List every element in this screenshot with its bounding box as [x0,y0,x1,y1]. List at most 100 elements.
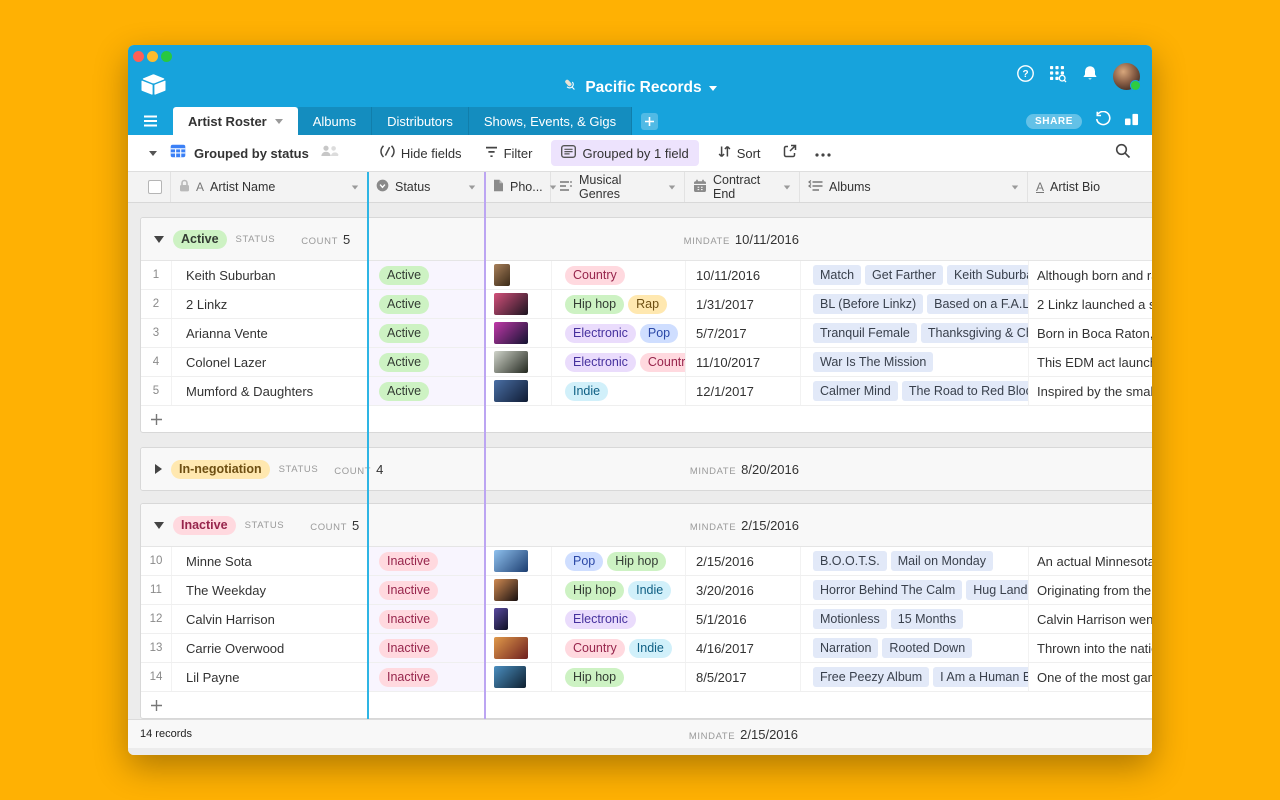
option-chip[interactable]: Horror Behind The Calm [813,580,962,600]
collaborators-icon[interactable] [320,144,339,162]
column-menu-icon[interactable] [469,185,475,189]
genres-cell[interactable]: Electronic [552,605,686,633]
artist-bio-cell[interactable]: Inspired by the small r [1029,377,1152,405]
contract-end-cell[interactable]: 10/11/2016 [686,261,801,289]
genres-cell[interactable]: PopHip hop [552,547,686,575]
contract-end-cell[interactable]: 5/7/2017 [686,319,801,347]
notifications-bell-icon[interactable] [1082,65,1098,87]
marketplace-grid-icon[interactable] [1049,65,1067,88]
artist-name-cell[interactable]: Lil Payne [172,663,369,691]
photo-cell[interactable] [486,663,552,691]
artist-bio-cell[interactable]: Thrown into the nation [1029,634,1152,662]
option-chip[interactable]: Get Farther [865,265,943,285]
column-header-status[interactable]: Status [368,172,485,202]
table-row[interactable]: 10 Minne Sota Inactive PopHip hop 2/15/2… [141,547,1152,576]
genres-cell[interactable]: Indie [552,377,686,405]
search-icon[interactable] [1115,143,1131,164]
zoom-window-button[interactable] [161,51,172,62]
column-menu-icon[interactable] [1012,185,1018,189]
option-chip[interactable]: I Am a Human Being [933,667,1029,687]
photo-cell[interactable] [486,290,552,318]
status-cell[interactable]: Inactive [369,547,486,575]
minimize-window-button[interactable] [147,51,158,62]
option-chip[interactable]: Motionless [813,609,887,629]
option-chip[interactable]: BL (Before Linkz) [813,294,923,314]
option-chip[interactable]: Country [640,353,686,372]
group-header[interactable]: In-negotiation STATUS COUNT4 MINDATE8/20… [141,448,1152,490]
table-row[interactable]: 11 The Weekday Inactive Hip hopIndie 3/2… [141,576,1152,605]
option-chip[interactable]: Mail on Monday [891,551,993,571]
add-record-row[interactable] [141,406,1152,432]
contract-end-cell[interactable]: 11/10/2017 [686,348,801,376]
option-chip[interactable]: Indie [628,581,671,600]
option-chip[interactable]: Match [813,265,861,285]
albums-cell[interactable]: BL (Before Linkz)Based on a F.A.L.S.E [801,290,1029,318]
photo-cell[interactable] [486,377,552,405]
genres-cell[interactable]: ElectronicCountry [552,348,686,376]
column-menu-icon[interactable] [352,185,358,189]
collapse-group-icon[interactable] [154,522,164,529]
column-header-musical-genres[interactable]: Musical Genres [551,172,685,202]
table-row[interactable]: 13 Carrie Overwood Inactive CountryIndie… [141,634,1152,663]
help-icon[interactable]: ? [1017,65,1034,87]
artist-bio-cell[interactable]: Calvin Harrison went f [1029,605,1152,633]
option-chip[interactable]: Electronic [565,324,636,343]
artist-name-cell[interactable]: Mumford & Daughters [172,377,369,405]
option-chip[interactable]: Calmer Mind [813,381,898,401]
albums-cell[interactable]: Motionless15 Months [801,605,1029,633]
option-chip[interactable]: Pop [565,552,603,571]
artist-name-cell[interactable]: 2 Linkz [172,290,369,318]
group-header[interactable]: Inactive STATUS COUNT5 MINDATE2/15/2016 [141,504,1152,547]
table-row[interactable]: 5 Mumford & Daughters Active Indie 12/1/… [141,377,1152,406]
genres-cell[interactable]: Country [552,261,686,289]
photo-cell[interactable] [486,348,552,376]
table-row[interactable]: 4 Colonel Lazer Active ElectronicCountry… [141,348,1152,377]
photo-cell[interactable] [486,605,552,633]
select-all-checkbox[interactable] [148,180,162,194]
photo-cell[interactable] [486,634,552,662]
group-button[interactable]: Grouped by 1 field [551,140,698,166]
option-chip[interactable]: Country [565,639,625,658]
status-cell[interactable]: Inactive [369,605,486,633]
option-chip[interactable]: Pop [640,324,678,343]
sort-button[interactable]: Sort [718,145,761,161]
option-chip[interactable]: Narration [813,638,878,658]
albums-cell[interactable]: MatchGet FartherKeith Suburban in [801,261,1029,289]
contract-end-cell[interactable]: 2/15/2016 [686,547,801,575]
photo-cell[interactable] [486,576,552,604]
option-chip[interactable]: Thanksgiving & Chill [921,323,1029,343]
column-header-artist-bio[interactable]: A Artist Bio [1028,172,1152,202]
albums-cell[interactable]: B.O.O.T.S.Mail on Monday [801,547,1029,575]
artist-name-cell[interactable]: Minne Sota [172,547,369,575]
artist-name-cell[interactable]: Calvin Harrison [172,605,369,633]
genres-cell[interactable]: ElectronicPop [552,319,686,347]
base-title-area[interactable]: Pacific Records [128,69,1152,107]
tab-shows-events-gigs[interactable]: Shows, Events, & Gigs [469,107,632,135]
contract-end-cell[interactable]: 8/5/2017 [686,663,801,691]
grid-view-icon[interactable] [170,144,186,163]
status-cell[interactable]: Inactive [369,663,486,691]
option-chip[interactable]: The Road to Red Blocks [902,381,1029,401]
table-row[interactable]: 1 Keith Suburban Active Country 10/11/20… [141,261,1152,290]
column-header-contract-end[interactable]: Contract End [685,172,800,202]
collapse-group-icon[interactable] [154,236,164,243]
option-chip[interactable]: Hip hop [565,668,624,687]
contract-end-cell[interactable]: 1/31/2017 [686,290,801,318]
contract-end-cell[interactable]: 4/16/2017 [686,634,801,662]
artist-name-cell[interactable]: Keith Suburban [172,261,369,289]
option-chip[interactable]: Electronic [565,610,636,629]
photo-cell[interactable] [486,547,552,575]
artist-bio-cell[interactable]: Originating from the B [1029,576,1152,604]
table-row[interactable]: 12 Calvin Harrison Inactive Electronic 5… [141,605,1152,634]
artist-bio-cell[interactable]: This EDM act launched [1029,348,1152,376]
contract-end-cell[interactable]: 12/1/2017 [686,377,801,405]
column-header-photo[interactable]: Pho... [485,172,551,202]
photo-cell[interactable] [486,261,552,289]
option-chip[interactable]: Hug Land [966,580,1029,600]
table-row[interactable]: 14 Lil Payne Inactive Hip hop 8/5/2017 F… [141,663,1152,692]
column-header-albums[interactable]: Albums [800,172,1028,202]
artist-name-cell[interactable]: The Weekday [172,576,369,604]
tab-caret-icon[interactable] [275,119,283,124]
option-chip[interactable]: Country [565,266,625,285]
table-row[interactable]: 2 2 Linkz Active Hip hopRap 1/31/2017 BL… [141,290,1152,319]
